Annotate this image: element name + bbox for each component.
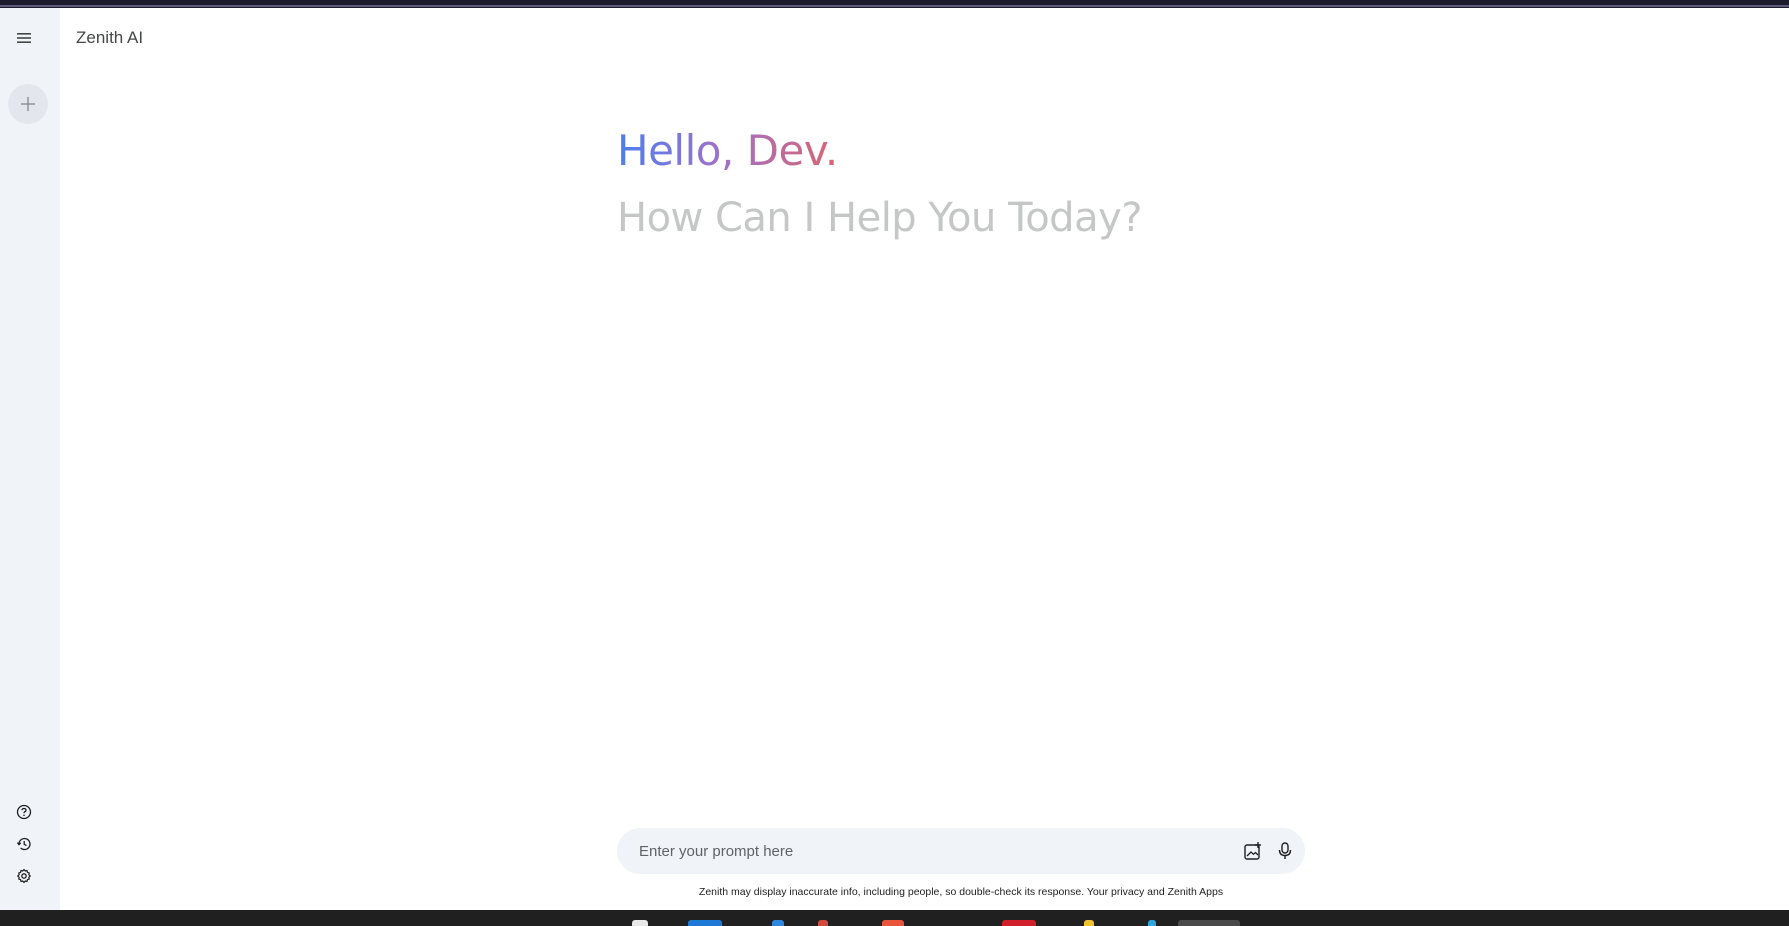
greeting-subtitle: How Can I Help You Today?	[617, 195, 1142, 241]
disclaimer-text: Zenith may display inaccurate info, incl…	[698, 886, 1224, 898]
screen-top-border	[0, 0, 1789, 8]
taskbar-app-7[interactable]	[1084, 920, 1094, 926]
app-window: Zenith AI Hello, Dev. How Can I Help You…	[0, 8, 1789, 910]
taskbar-app-3[interactable]	[772, 920, 784, 926]
history-icon	[16, 837, 31, 851]
new-chat-button[interactable]	[8, 84, 48, 124]
image-upload-icon	[1244, 842, 1261, 860]
prompt-input[interactable]	[639, 828, 1199, 874]
taskbar-app-6[interactable]	[1002, 920, 1036, 926]
plus-icon	[21, 97, 35, 111]
settings-button[interactable]	[12, 864, 36, 888]
app-title: Zenith AI	[76, 28, 144, 47]
taskbar-app-4[interactable]	[818, 920, 828, 926]
taskbar-app-5[interactable]	[882, 920, 904, 926]
help-icon	[16, 804, 32, 820]
taskbar-app-1[interactable]	[632, 920, 648, 926]
microphone-icon	[1278, 842, 1292, 859]
taskbar-app-active[interactable]	[1178, 920, 1240, 926]
settings-icon	[17, 868, 31, 884]
taskbar-app-2[interactable]	[688, 920, 722, 926]
activity-button[interactable]	[12, 832, 36, 856]
image-upload-button[interactable]	[1241, 839, 1265, 863]
os-taskbar	[0, 910, 1789, 926]
microphone-button[interactable]	[1273, 839, 1297, 863]
menu-icon	[17, 33, 31, 43]
greeting-heading: Hello, Dev.	[617, 130, 838, 172]
menu-button[interactable]	[10, 24, 38, 52]
greeting-hello: Hello, Dev.	[617, 126, 838, 175]
help-button[interactable]	[12, 800, 36, 824]
taskbar-app-8[interactable]	[1148, 920, 1156, 926]
prompt-bar	[617, 828, 1305, 874]
sidebar	[0, 8, 60, 910]
